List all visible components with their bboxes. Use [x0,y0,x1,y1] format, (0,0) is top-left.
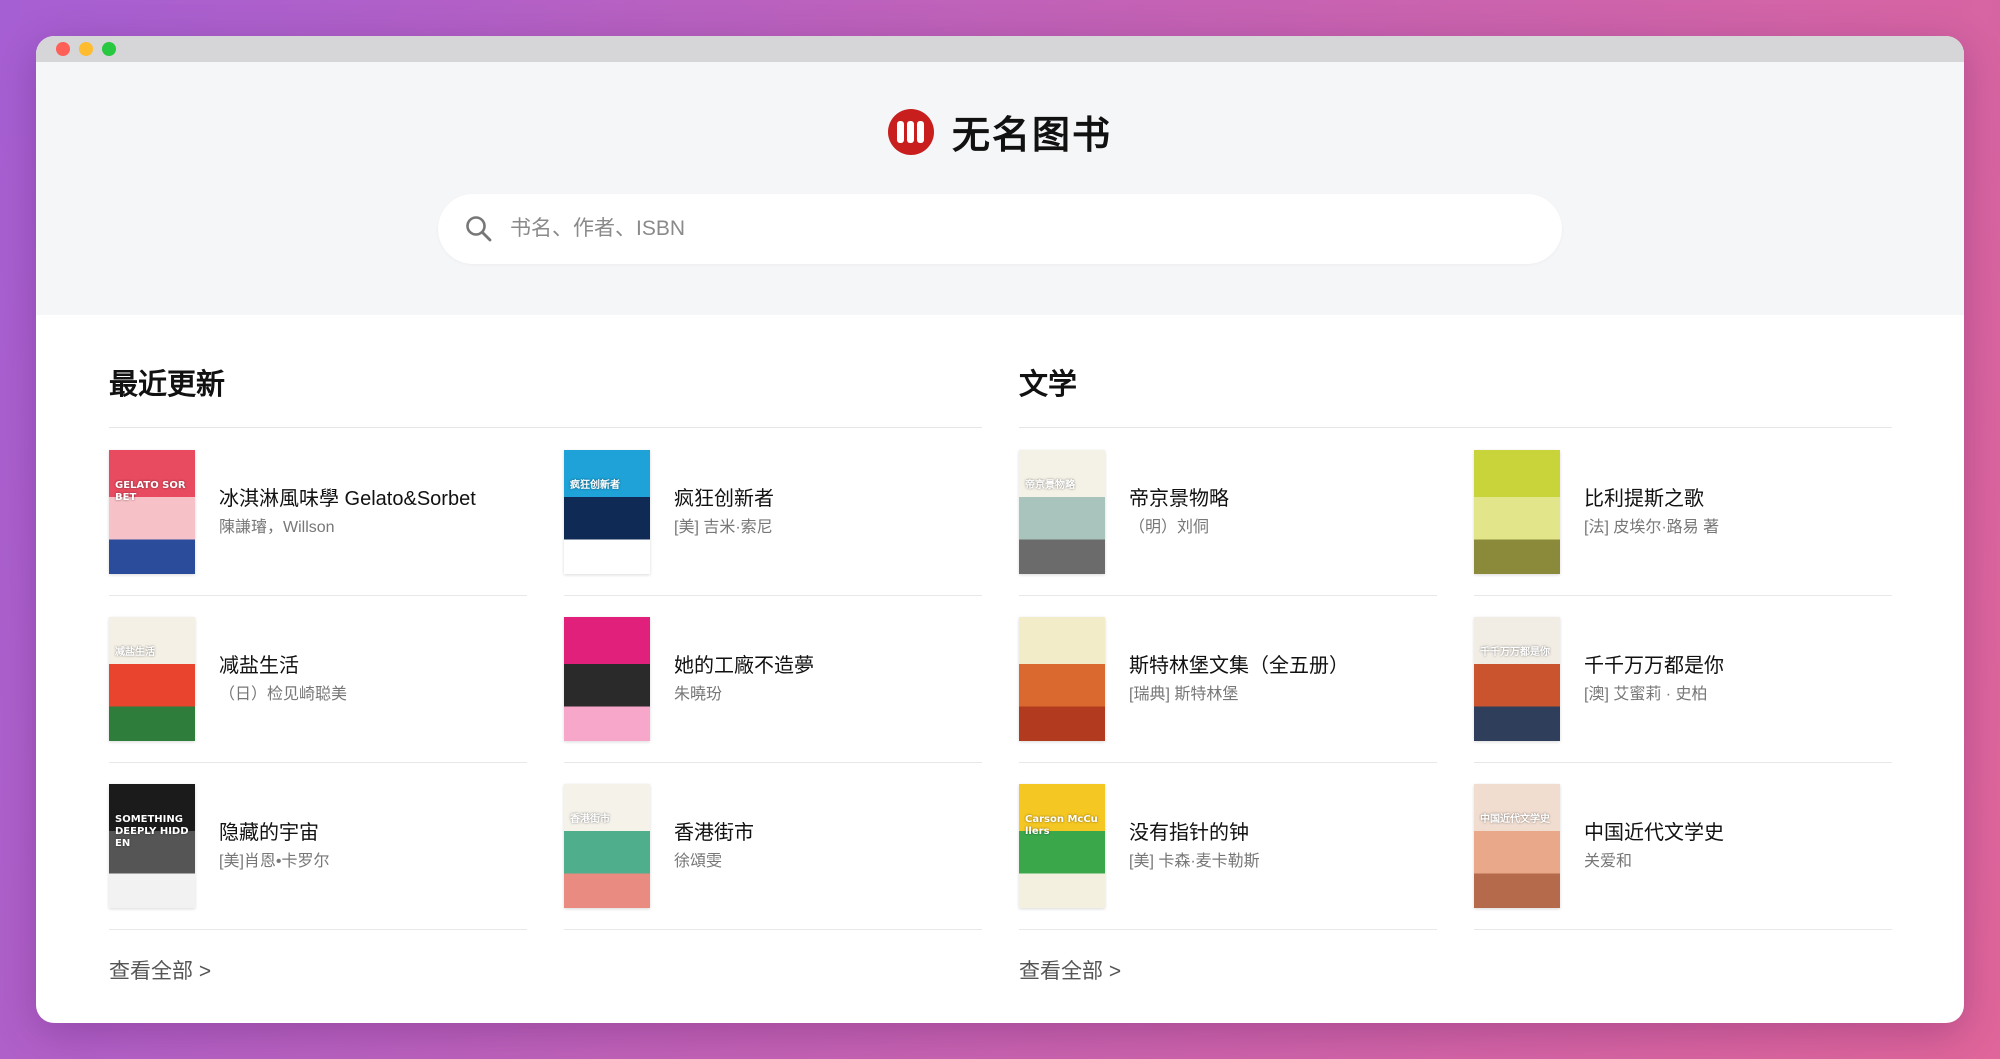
book-item[interactable]: 她的工廠不造夢朱曉玢 [564,595,982,763]
book-cover-image[interactable]: 帝京景物略 [1019,449,1105,574]
book-item[interactable]: Carson McCullers 没有指针的钟 [美] 卡森·麦卡勒斯 [1019,762,1437,930]
book-title[interactable]: 没有指针的钟 [1129,820,1260,846]
book-title[interactable]: 疯狂创新者 [674,486,774,512]
book-author: [美] 吉米·索尼 [674,518,773,536]
book-meta: 她的工廠不造夢朱曉玢 [674,653,814,705]
book-meta: 疯狂创新者 [美] 吉米·索尼 [674,486,774,538]
maximize-window-button[interactable] [102,42,116,56]
book-cover-image[interactable] [1474,449,1560,574]
search-bar[interactable] [438,194,1562,264]
book-meta: 减盐生活 （日）检见崎聪美 [219,653,347,705]
book-cover-image[interactable]: 千千万万都是你 [1474,616,1560,741]
book-item[interactable]: 中国近代文学史 中国近代文学史 关爱和 [1474,762,1892,930]
search-icon [466,216,492,242]
close-window-button[interactable] [56,42,70,56]
book-item[interactable]: SOMETHING DEEPLY HIDDEN 隐藏的宇宙 [美]肖恩•卡罗尔 [109,762,527,930]
book-cover-image[interactable]: GELATO SORBET [109,449,195,574]
book-item[interactable]: 斯特林堡文集（全五册） [瑞典] 斯特林堡 [1019,595,1437,763]
book-cover-image[interactable]: 香港街市 [564,783,650,908]
book-title[interactable]: 比利提斯之歌 [1584,486,1719,512]
book-author: [澳] 艾蜜莉 · 史柏 [1584,685,1708,703]
browser-window: 无名图书 最近更新 GELATO SORBET 冰淇淋風味學 Gelato&Sor… [36,36,1964,1023]
section-title: 文学 [1019,367,1078,401]
book-item[interactable]: 疯狂创新者 疯狂创新者 [美] 吉米·索尼 [564,428,982,596]
book-cover-image[interactable]: SOMETHING DEEPLY HIDDEN [109,783,195,908]
book-item[interactable]: GELATO SORBET 冰淇淋風味學 Gelato&Sorbet 陳謙璿，Wil… [109,428,527,596]
book-author: [美]肖恩•卡罗尔 [219,852,330,870]
book-author: 徐頌雯 [674,852,723,870]
book-title[interactable]: 她的工廠不造夢 [674,653,814,679]
main-content: 最近更新 GELATO SORBET 冰淇淋風味學 Gelato&Sorbet 陳謙… [36,315,1964,1023]
section-title: 最近更新 [109,367,226,401]
cover-text: 千千万万都是你 [1480,646,1550,658]
book-author: 关爱和 [1584,852,1633,870]
book-cover-image[interactable] [564,616,650,741]
book-title[interactable]: 冰淇淋風味學 Gelato&Sorbet [219,486,476,512]
book-item[interactable]: 帝京景物略 帝京景物略 （明）刘侗 [1019,428,1437,596]
book-cover-image[interactable]: Carson McCullers [1019,783,1105,908]
library-logo-icon [887,108,934,155]
book-author: [美] 卡森·麦卡勒斯 [1129,852,1260,870]
book-meta: 冰淇淋風味學 Gelato&Sorbet 陳謙璿，Willson [219,486,476,538]
book-author: [瑞典] 斯特林堡 [1129,685,1239,703]
book-meta: 帝京景物略 （明）刘侗 [1129,486,1229,538]
book-title[interactable]: 隐藏的宇宙 [219,820,330,846]
search-input[interactable] [508,216,1492,242]
book-meta: 隐藏的宇宙 [美]肖恩•卡罗尔 [219,820,330,872]
book-author: 陳謙璿，Willson [219,518,335,536]
book-title[interactable]: 斯特林堡文集（全五册） [1129,653,1349,679]
book-meta: 中国近代文学史关爱和 [1584,820,1724,872]
brand[interactable]: 无名图书 [36,104,1964,159]
cover-text: 香港街市 [570,813,610,825]
book-meta: 斯特林堡文集（全五册） [瑞典] 斯特林堡 [1129,653,1349,705]
book-item[interactable]: 香港街市 香港街市 徐頌雯 [564,762,982,930]
book-author: （明）刘侗 [1129,518,1210,536]
book-title[interactable]: 减盐生活 [219,653,347,679]
book-meta: 比利提斯之歌 [法] 皮埃尔·路易 著 [1584,486,1719,538]
book-author: 朱曉玢 [674,685,723,703]
view-all-link[interactable]: 查看全部 > [1019,955,1121,985]
cover-text: 帝京景物略 [1025,479,1075,491]
book-cover-image[interactable]: 中国近代文学史 [1474,783,1560,908]
book-title[interactable]: 中国近代文学史 [1584,820,1724,846]
book-meta: 没有指针的钟 [美] 卡森·麦卡勒斯 [1129,820,1260,872]
cover-text: Carson McCullers [1025,813,1098,837]
site-header: 无名图书 [36,62,1964,315]
book-title[interactable]: 帝京景物略 [1129,486,1229,512]
book-title[interactable]: 千千万万都是你 [1584,653,1724,679]
book-item[interactable]: 千千万万都是你 千千万万都是你 [澳] 艾蜜莉 · 史柏 [1474,595,1892,763]
book-author: [法] 皮埃尔·路易 著 [1584,518,1720,536]
cover-text: 中国近代文学史 [1480,813,1550,825]
book-title[interactable]: 香港街市 [674,820,754,846]
brand-name: 无名图书 [951,112,1112,157]
cover-text: GELATO SORBET [115,479,186,503]
book-cover-image[interactable]: 疯狂创新者 [564,449,650,574]
book-item[interactable]: 减盐生活 减盐生活 （日）检见崎聪美 [109,595,527,763]
book-cover-image[interactable]: 减盐生活 [109,616,195,741]
minimize-window-button[interactable] [79,42,93,56]
cover-text: 疯狂创新者 [570,479,620,491]
cover-text: 减盐生活 [115,646,155,658]
book-meta: 香港街市 徐頌雯 [674,820,754,872]
view-all-link[interactable]: 查看全部 > [109,955,211,985]
cover-text: SOMETHING DEEPLY HIDDEN [115,813,189,849]
book-author: （日）检见崎聪美 [219,685,348,703]
book-item[interactable]: 比利提斯之歌 [法] 皮埃尔·路易 著 [1474,428,1892,596]
book-meta: 千千万万都是你 [澳] 艾蜜莉 · 史柏 [1584,653,1724,705]
book-cover-image[interactable] [1019,616,1105,741]
window-titlebar [36,36,1964,62]
